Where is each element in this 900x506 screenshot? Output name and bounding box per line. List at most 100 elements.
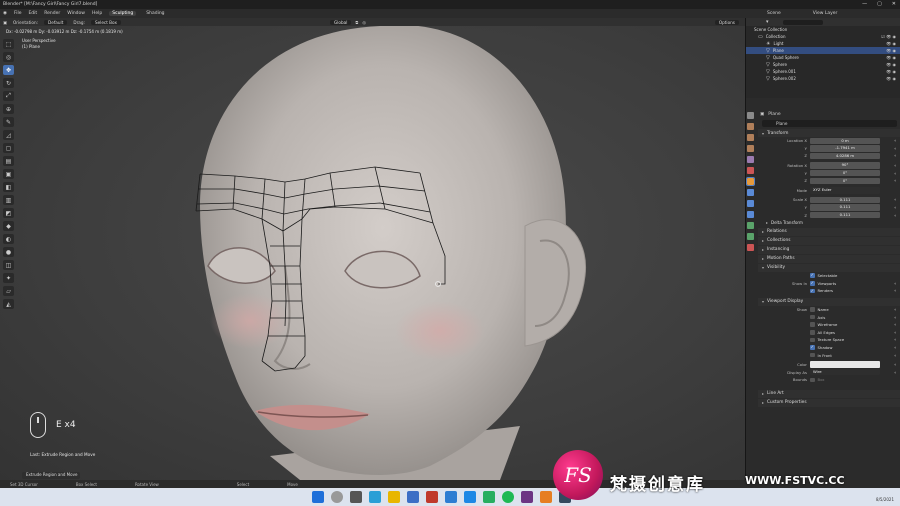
relations-panel-header[interactable]: Relations (758, 227, 900, 236)
delta-transform-panel[interactable]: Delta Transform (758, 219, 900, 227)
all-edges-checkbox[interactable] (810, 330, 815, 335)
keyframe-icon[interactable]: ⚬ (894, 197, 897, 202)
viewport-display-panel-header[interactable]: Viewport Display (758, 297, 900, 306)
tool-tab-icon[interactable] (747, 112, 754, 119)
keyframe-icon[interactable]: ⚬ (894, 281, 897, 286)
output-tab-icon[interactable] (747, 134, 754, 141)
app-icon[interactable] (521, 491, 533, 503)
keyframe-icon[interactable]: ⚬ (894, 307, 897, 312)
spotify-icon[interactable] (502, 491, 514, 503)
keyframe-icon[interactable]: ⚬ (894, 322, 897, 327)
keyframe-icon[interactable]: ⚬ (894, 171, 897, 176)
outliner-item-sphere-002[interactable]: ▽ Sphere.002 👁 ◉ (746, 75, 900, 82)
menu-edit[interactable]: Edit (28, 11, 37, 16)
outliner-item-plane[interactable]: ▽ Plane 👁 ◉ (746, 47, 900, 54)
keyframe-icon[interactable]: ⚬ (894, 138, 897, 143)
rotation-z-field[interactable]: 0° (810, 177, 880, 184)
visibility-toggles[interactable]: 👁 ◉ (886, 62, 896, 67)
operator-panel[interactable]: Extrude Region and Move (22, 472, 80, 479)
mode-selector-icon[interactable]: ▣ (3, 20, 7, 25)
outliner-scene-collection[interactable]: Scene Collection (746, 26, 900, 33)
world-tab-icon[interactable] (747, 167, 754, 174)
menu-help[interactable]: Help (92, 11, 102, 16)
task-view-icon[interactable] (350, 491, 362, 503)
custom-properties-panel-header[interactable]: Custom Properties (758, 398, 900, 407)
shadow-checkbox[interactable]: ✓ (810, 345, 815, 350)
photos-icon[interactable] (464, 491, 476, 503)
keyframe-icon[interactable]: ⚬ (894, 353, 897, 358)
wireframe-checkbox[interactable] (810, 322, 815, 327)
view-layer-tab-icon[interactable] (747, 145, 754, 152)
transform-orientation-dropdown[interactable]: Global (330, 19, 352, 25)
app-icon[interactable] (483, 491, 495, 503)
cursor-tool-icon[interactable]: ◎ (3, 52, 14, 62)
smooth-tool-icon[interactable]: ● (3, 247, 14, 257)
file-explorer-icon[interactable] (388, 491, 400, 503)
3d-viewport[interactable]: Dx: -0.02798 m Dy: -0.03912 m Dz: -0.175… (0, 26, 745, 480)
color-swatch[interactable] (810, 361, 880, 368)
visibility-toggles[interactable]: 👁 ◉ (886, 69, 896, 74)
location-z-field[interactable]: 4.0286 m (810, 152, 880, 160)
line-art-panel-header[interactable]: Line Art (758, 389, 900, 398)
keyframe-icon[interactable]: ⚬ (894, 153, 897, 158)
loop-cut-tool-icon[interactable]: ▥ (3, 195, 14, 205)
in-front-checkbox[interactable] (810, 352, 815, 358)
snap-icon[interactable]: ⧉ (355, 20, 358, 25)
viewports-checkbox[interactable]: ✓ (810, 281, 815, 286)
bounds-checkbox[interactable] (810, 377, 815, 383)
collections-panel-header[interactable]: Collections (758, 236, 900, 245)
data-tab-icon[interactable] (747, 233, 754, 240)
keyframe-icon[interactable]: ⚬ (894, 288, 897, 293)
rotation-y-field[interactable]: 0° (810, 169, 880, 177)
shrink-tool-icon[interactable]: ✦ (3, 273, 14, 283)
keyframe-icon[interactable]: ⚬ (894, 315, 897, 320)
blender-logo-icon[interactable]: ◉ (3, 11, 7, 16)
location-y-field[interactable]: -1.7941 m (810, 145, 880, 152)
physics-tab-icon[interactable] (747, 211, 754, 218)
display-as-dropdown[interactable]: Wire (810, 369, 880, 376)
edge-slide-tool-icon[interactable]: ◫ (3, 260, 14, 270)
outliner-search-input[interactable] (782, 19, 823, 25)
workspace-tab-shading[interactable]: Shading (143, 11, 167, 16)
outliner-item-sphere[interactable]: ▽ Sphere 👁 ◉ (746, 61, 900, 68)
shear-tool-icon[interactable]: ▱ (3, 286, 14, 296)
visibility-toggles[interactable]: 👁 ◉ (886, 41, 896, 46)
constraints-tab-icon[interactable] (747, 222, 754, 229)
object-name-field[interactable]: Plane (762, 120, 897, 127)
visibility-panel-header[interactable]: Visibility (758, 263, 900, 272)
move-tool-icon[interactable]: ✥ (3, 65, 14, 75)
rotate-tool-icon[interactable]: ↻ (3, 78, 14, 88)
outliner-item-sphere-001[interactable]: ▽ Sphere.001 👁 ◉ (746, 68, 900, 75)
texture-space-checkbox[interactable] (810, 337, 815, 343)
measure-tool-icon[interactable]: ◿ (3, 130, 14, 140)
search-icon[interactable] (331, 491, 343, 503)
workspace-tab-sculpting[interactable]: Sculpting (109, 11, 137, 16)
app-icon[interactable] (426, 491, 438, 503)
outliner-item-light[interactable]: ☀ Light 👁 ◉ (746, 40, 900, 47)
view-layer-selector[interactable]: View Layer (813, 11, 838, 16)
options-dropdown[interactable]: Options (714, 19, 739, 25)
menu-window[interactable]: Window (67, 11, 85, 16)
modifier-tab-icon[interactable] (747, 189, 754, 196)
scale-y-field[interactable]: 0.111 (810, 204, 880, 211)
instancing-panel-header[interactable]: Instancing (758, 245, 900, 254)
poly-build-tool-icon[interactable]: ◆ (3, 221, 14, 231)
visibility-toggles[interactable]: 👁 ◉ (886, 55, 896, 60)
selectable-checkbox[interactable]: ✓ (810, 273, 815, 278)
spin-tool-icon[interactable]: ◐ (3, 234, 14, 244)
render-tab-icon[interactable] (747, 123, 754, 130)
maximize-button[interactable]: ▢ (877, 1, 882, 7)
scale-z-field[interactable]: 0.111 (810, 211, 880, 219)
extrude-tool-icon[interactable]: ▤ (3, 156, 14, 166)
rotation-mode-dropdown[interactable]: XYZ Euler (810, 187, 880, 194)
transform-tool-icon[interactable]: ⊕ (3, 104, 14, 114)
filter-icon[interactable]: ▾ (766, 19, 769, 25)
visibility-toggles[interactable]: 👁 ◉ (886, 48, 896, 53)
keyframe-icon[interactable]: ⚬ (894, 345, 897, 350)
orientation-dropdown[interactable]: Default (44, 19, 68, 25)
bevel-tool-icon[interactable]: ◧ (3, 182, 14, 192)
particles-tab-icon[interactable] (747, 200, 754, 207)
keyframe-icon[interactable]: ⚬ (894, 146, 897, 151)
keyframe-icon[interactable]: ⚬ (894, 330, 897, 335)
object-tab-icon[interactable] (746, 177, 755, 186)
